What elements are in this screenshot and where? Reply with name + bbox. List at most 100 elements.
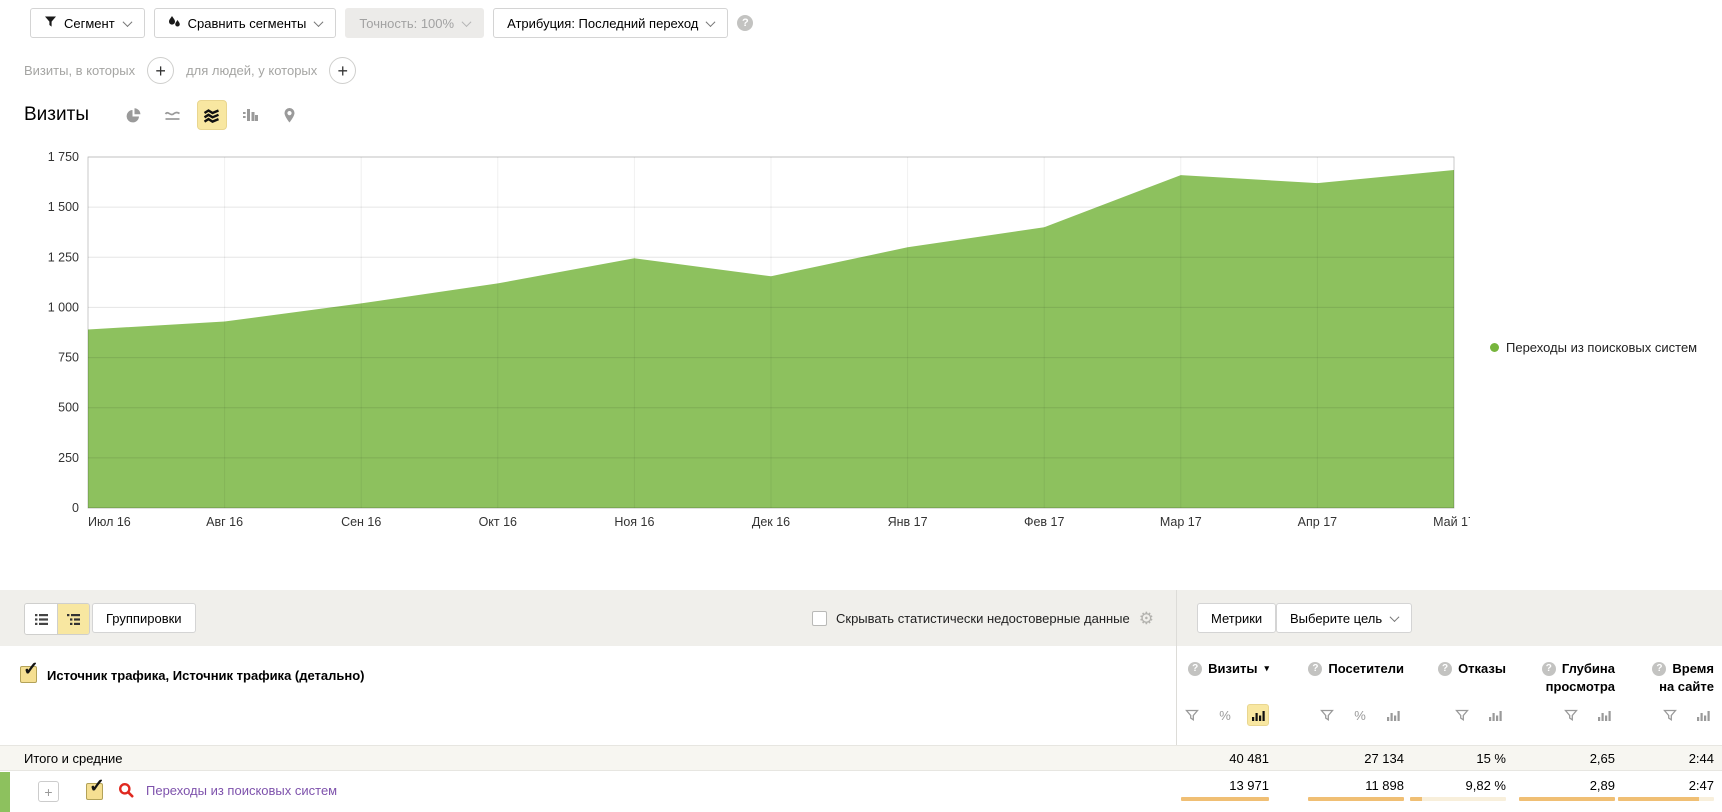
y-axis-tick: 1 250	[48, 250, 79, 264]
help-icon[interactable]: ?	[1652, 662, 1666, 676]
flat-list-view-icon[interactable]	[25, 604, 57, 634]
check-icon: ✓	[23, 658, 39, 681]
help-icon[interactable]: ?	[1188, 662, 1202, 676]
funnel-filter-icon[interactable]	[1181, 704, 1203, 726]
totals-value-4: 2:44	[1615, 751, 1714, 766]
groupings-label: Группировки	[106, 611, 182, 626]
x-axis-tick: Фев 17	[1024, 515, 1065, 529]
x-axis-tick: Янв 17	[888, 515, 928, 529]
help-icon[interactable]: ?	[1308, 662, 1322, 676]
metric-header-label: Отказы	[1458, 661, 1506, 676]
metric-header-1[interactable]: ?Посетители	[1269, 661, 1404, 694]
dimension-header: ✓ Источник трафика, Источник трафика (де…	[20, 666, 365, 683]
legend-label: Переходы из поисковых систем	[1506, 340, 1697, 355]
metric-header-line: ?Визиты▾	[1188, 661, 1269, 676]
pie-chart-icon[interactable]	[119, 100, 149, 130]
map-pin-icon[interactable]	[275, 100, 305, 130]
chevron-down-icon	[122, 17, 132, 27]
chart-legend: Переходы из поисковых систем	[1490, 340, 1697, 355]
row-link[interactable]: Переходы из поисковых систем	[146, 783, 337, 798]
bars-filter-icon[interactable]	[1593, 704, 1615, 726]
percent-filter-icon[interactable]: %	[1214, 704, 1236, 726]
bars-filter-icon[interactable]	[1484, 704, 1506, 726]
metrics-label: Метрики	[1211, 611, 1262, 626]
metric-filters-2	[1404, 704, 1506, 726]
row-checkbox[interactable]: ✓	[86, 783, 103, 800]
groupings-button[interactable]: Группировки	[92, 603, 196, 633]
help-icon[interactable]: ?	[1438, 662, 1452, 676]
bars-filter-icon[interactable]	[1247, 704, 1269, 726]
percent-filter-icon[interactable]: %	[1349, 704, 1371, 726]
expand-row-button[interactable]: +	[38, 781, 59, 802]
metric-header-label2: на сайте	[1659, 679, 1714, 694]
metric-header-label: Глубина	[1562, 661, 1615, 676]
add-visit-condition-button[interactable]: +	[147, 57, 174, 84]
chart-type-switcher	[119, 100, 305, 130]
compare-segments-button[interactable]: Сравнить сегменты	[154, 8, 337, 38]
dimension-checkbox[interactable]: ✓	[20, 666, 37, 683]
help-icon[interactable]: ?	[1542, 662, 1556, 676]
line-chart-icon[interactable]	[158, 100, 188, 130]
compare-segments-label: Сравнить сегменты	[188, 16, 307, 31]
gear-icon[interactable]: ⚙	[1139, 610, 1154, 627]
search-engine-icon	[118, 782, 135, 802]
value-bar	[1519, 797, 1615, 801]
hide-unreliable-label: Скрывать статистически недостоверные дан…	[836, 611, 1130, 626]
visits-in-which-label: Визиты, в которых	[24, 63, 135, 78]
value-bar	[1181, 797, 1269, 801]
y-axis-tick: 1 750	[48, 150, 79, 164]
choose-goal-label: Выберите цель	[1290, 611, 1382, 626]
metric-header-0[interactable]: ?Визиты▾	[1178, 661, 1269, 694]
bars-filter-icon[interactable]	[1692, 704, 1714, 726]
funnel-filter-icon[interactable]	[1451, 704, 1473, 726]
filter-funnel-icon	[44, 15, 57, 31]
metric-header-3[interactable]: ?Глубинапросмотра	[1506, 661, 1615, 694]
accuracy-label: Точность: 100%	[359, 16, 454, 31]
totals-number: 2,65	[1590, 751, 1615, 766]
chevron-down-icon	[462, 17, 472, 27]
metric-filter-icons: %%	[1178, 704, 1714, 726]
metric-filters-4	[1615, 704, 1714, 726]
add-people-condition-button[interactable]: +	[329, 57, 356, 84]
segment-builder-row: Визиты, в которых + для людей, у которых…	[24, 57, 356, 84]
x-axis-tick: Авг 16	[206, 515, 243, 529]
dimension-title: Источник трафика, Источник трафика (дета…	[47, 666, 365, 683]
attribution-button[interactable]: Атрибуция: Последний переход	[493, 8, 728, 38]
hide-unreliable-control: Скрывать статистически недостоверные дан…	[812, 610, 1154, 627]
columns-divider	[1176, 590, 1177, 745]
totals-value-1: 27 134	[1269, 751, 1404, 766]
metric-headers: ?Визиты▾?Посетители?Отказы?Глубинапросмо…	[1178, 661, 1714, 694]
funnel-filter-icon[interactable]	[1316, 704, 1338, 726]
metric-header-line: ? Глубина	[1542, 661, 1615, 676]
area-chart-svg: 02505007501 0001 2501 5001 750Июл 16Авг …	[30, 145, 1470, 537]
metric-header-2[interactable]: ? Отказы	[1404, 661, 1506, 694]
row-value-1: 11 898	[1269, 778, 1404, 801]
totals-row: Итого и средние 40 48127 13415 %2,652:44	[0, 745, 1722, 771]
top-toolbar: Сегмент Сравнить сегменты Точность: 100%…	[30, 8, 753, 38]
metric-header-line: ? Отказы	[1438, 661, 1506, 676]
for-people-with-label: для людей, у которых	[186, 63, 317, 78]
y-axis-tick: 0	[72, 501, 79, 515]
segment-button[interactable]: Сегмент	[30, 8, 145, 38]
legend-dot	[1490, 343, 1499, 352]
metrics-button[interactable]: Метрики	[1197, 603, 1276, 633]
row-value-3: 2,89	[1506, 778, 1615, 801]
help-icon[interactable]: ?	[737, 15, 753, 31]
row-number: 2:47	[1689, 778, 1714, 793]
row-number: 9,82 %	[1466, 778, 1506, 793]
choose-goal-button[interactable]: Выберите цель	[1276, 603, 1412, 633]
chart-title: Визиты	[24, 104, 89, 126]
bars-filter-icon[interactable]	[1382, 704, 1404, 726]
stacked-area-chart-icon[interactable]	[197, 100, 227, 130]
y-axis-tick: 250	[58, 451, 79, 465]
x-axis-tick: Июл 16	[88, 515, 131, 529]
funnel-filter-icon[interactable]	[1560, 704, 1582, 726]
metric-header-line: ?Время	[1652, 661, 1714, 676]
accuracy-button[interactable]: Точность: 100%	[345, 8, 484, 38]
metric-header-4[interactable]: ?Время на сайте	[1615, 661, 1714, 694]
funnel-filter-icon[interactable]	[1659, 704, 1681, 726]
column-chart-icon[interactable]	[236, 100, 266, 130]
totals-value-0: 40 481	[1178, 751, 1269, 766]
hide-unreliable-checkbox[interactable]	[812, 611, 827, 626]
tree-view-icon[interactable]	[57, 604, 89, 634]
